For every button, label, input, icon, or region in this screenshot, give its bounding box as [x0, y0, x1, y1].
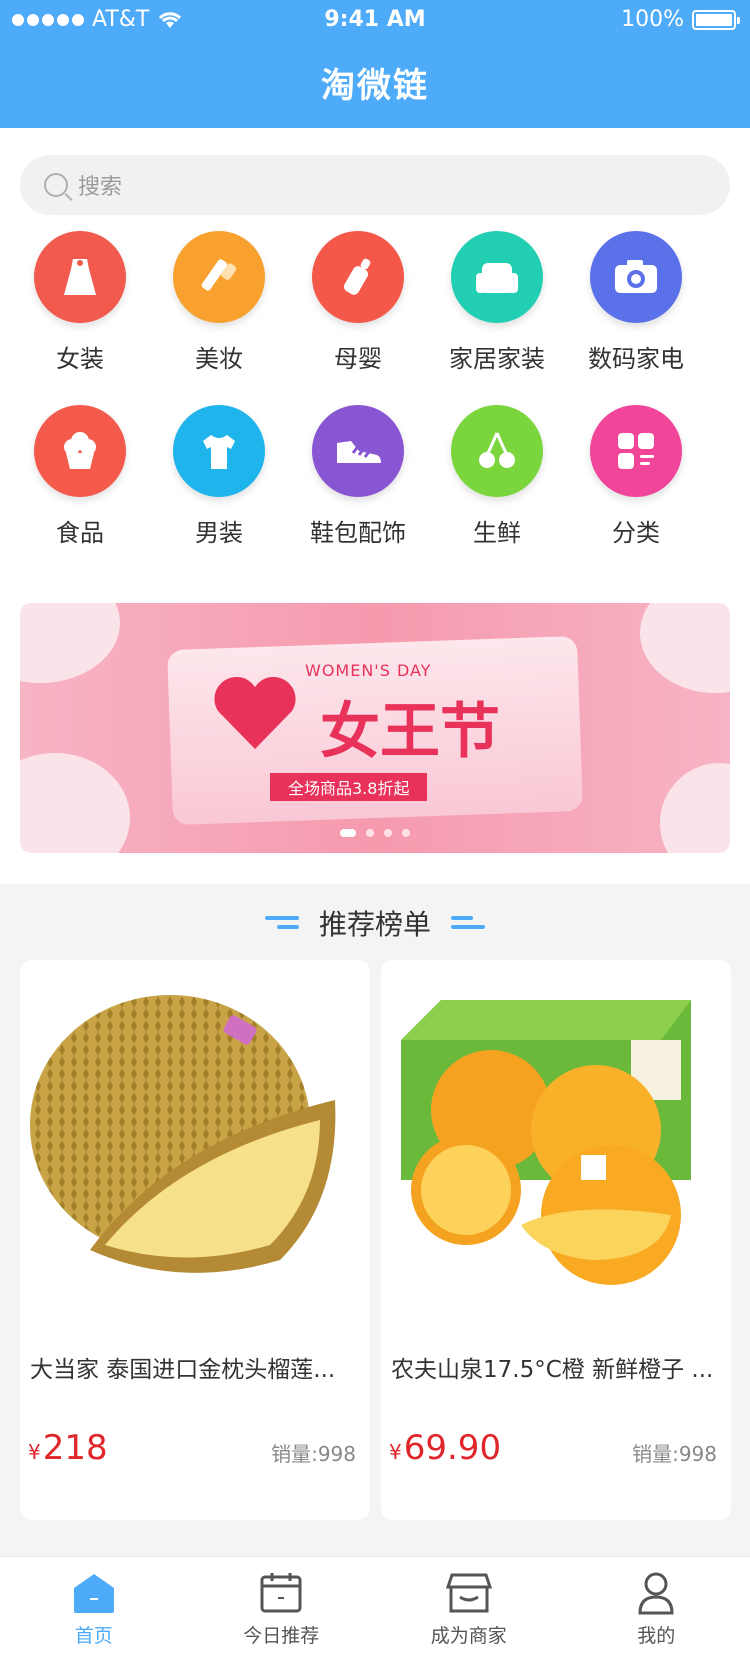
- product-name: 大当家 泰国进口金枕头榴莲...: [30, 1357, 336, 1383]
- search-input[interactable]: 搜索: [20, 155, 730, 215]
- price-value: 69.90: [403, 1428, 502, 1468]
- banner-title: 女王节: [320, 697, 500, 767]
- product-image-durian: [20, 960, 370, 1310]
- pager-dot[interactable]: [384, 829, 392, 837]
- recommend-header: 推荐榜单: [0, 884, 750, 962]
- category-item[interactable]: 家居家装: [424, 231, 570, 374]
- tab-merchant[interactable]: 成为商家: [375, 1557, 563, 1654]
- category-item[interactable]: 分类: [563, 405, 709, 548]
- tab-label: 成为商家: [430, 1625, 507, 1647]
- category-label: 数码家电: [588, 345, 684, 373]
- title-decoration-icon: [451, 916, 485, 930]
- product-price: ¥218: [28, 1428, 108, 1468]
- title-decoration-icon: [264, 916, 299, 930]
- category-item[interactable]: 男装: [146, 405, 292, 548]
- tab-bar: 首页 今日推荐 成为商家 我的: [0, 1556, 750, 1654]
- heart-icon: [214, 676, 296, 749]
- search-icon: [44, 173, 68, 197]
- category-label: 美妆: [195, 345, 243, 373]
- category-label: 食品: [56, 519, 104, 547]
- cake-icon: [34, 405, 126, 497]
- banner-subtitle: WOMEN'S DAY: [305, 661, 432, 680]
- category-item[interactable]: 美妆: [146, 231, 292, 374]
- product-price: ¥69.90: [389, 1428, 501, 1468]
- sofa-icon: [451, 231, 543, 323]
- lipstick-icon: [173, 231, 265, 323]
- tab-label: 今日推荐: [243, 1625, 320, 1647]
- page-title: 淘微链: [321, 66, 429, 106]
- pager-dot-active[interactable]: [340, 829, 356, 837]
- banner-pager: [20, 829, 730, 837]
- promo-banner[interactable]: WOMEN'S DAY 女王节 全场商品3.8折起: [20, 603, 730, 853]
- price-value: 218: [42, 1428, 108, 1468]
- currency-symbol: ¥: [389, 1440, 402, 1464]
- category-grid-icon: [590, 405, 682, 497]
- user-icon: [632, 1569, 680, 1617]
- product-sales: 销量:998: [632, 1442, 717, 1466]
- app-header: AT&T 9:41 AM 100% 淘微链: [0, 0, 750, 128]
- category-item[interactable]: 食品: [7, 405, 153, 548]
- calendar-icon: [257, 1569, 305, 1617]
- baby-bottle-icon: [312, 231, 404, 323]
- category-item[interactable]: 母婴: [285, 231, 431, 374]
- tab-label: 我的: [637, 1625, 676, 1647]
- camera-icon: [590, 231, 682, 323]
- category-label: 生鲜: [473, 519, 521, 547]
- top-area: 搜索 女装 美妆 母婴 家居家装 数码家电 食品 男装 鞋包配饰 生鲜 分类 W…: [0, 128, 750, 884]
- search-placeholder: 搜索: [78, 175, 123, 200]
- category-item[interactable]: 鞋包配饰: [285, 405, 431, 548]
- battery-icon: [692, 9, 740, 30]
- status-right: 100%: [621, 7, 740, 32]
- product-sales: 销量:998: [271, 1442, 356, 1466]
- category-label: 家居家装: [449, 345, 545, 373]
- currency-symbol: ¥: [28, 1440, 41, 1464]
- category-item[interactable]: 生鲜: [424, 405, 570, 548]
- product-name: 农夫山泉17.5°C橙 新鲜橙子 ...: [391, 1357, 714, 1383]
- banner-tagline: 全场商品3.8折起: [270, 773, 428, 801]
- product-card[interactable]: 农夫山泉17.5°C橙 新鲜橙子 ... ¥69.90 销量:998: [381, 960, 731, 1520]
- category-label: 分类: [612, 519, 660, 547]
- tshirt-icon: [173, 405, 265, 497]
- pager-dot[interactable]: [366, 829, 374, 837]
- cherry-icon: [451, 405, 543, 497]
- section-title: 推荐榜单: [318, 908, 431, 941]
- category-label: 女装: [56, 345, 104, 373]
- product-image-orange: [381, 960, 731, 1310]
- tab-home[interactable]: 首页: [0, 1557, 188, 1654]
- tab-profile[interactable]: 我的: [563, 1557, 750, 1654]
- category-item[interactable]: 数码家电: [563, 231, 709, 374]
- product-card[interactable]: 大当家 泰国进口金枕头榴莲... ¥218 销量:998: [20, 960, 370, 1520]
- store-icon: [445, 1569, 493, 1617]
- battery-percent: 100%: [621, 7, 684, 32]
- tab-recommend[interactable]: 今日推荐: [188, 1557, 376, 1654]
- status-bar: AT&T 9:41 AM 100%: [0, 0, 750, 40]
- category-label: 母婴: [334, 345, 382, 373]
- shoe-icon: [312, 405, 404, 497]
- dress-icon: [34, 231, 126, 323]
- category-label: 鞋包配饰: [310, 519, 406, 547]
- tab-label: 首页: [74, 1625, 113, 1647]
- home-icon: [70, 1569, 118, 1617]
- category-label: 男装: [195, 519, 243, 547]
- pager-dot[interactable]: [402, 829, 410, 837]
- category-item[interactable]: 女装: [7, 231, 153, 374]
